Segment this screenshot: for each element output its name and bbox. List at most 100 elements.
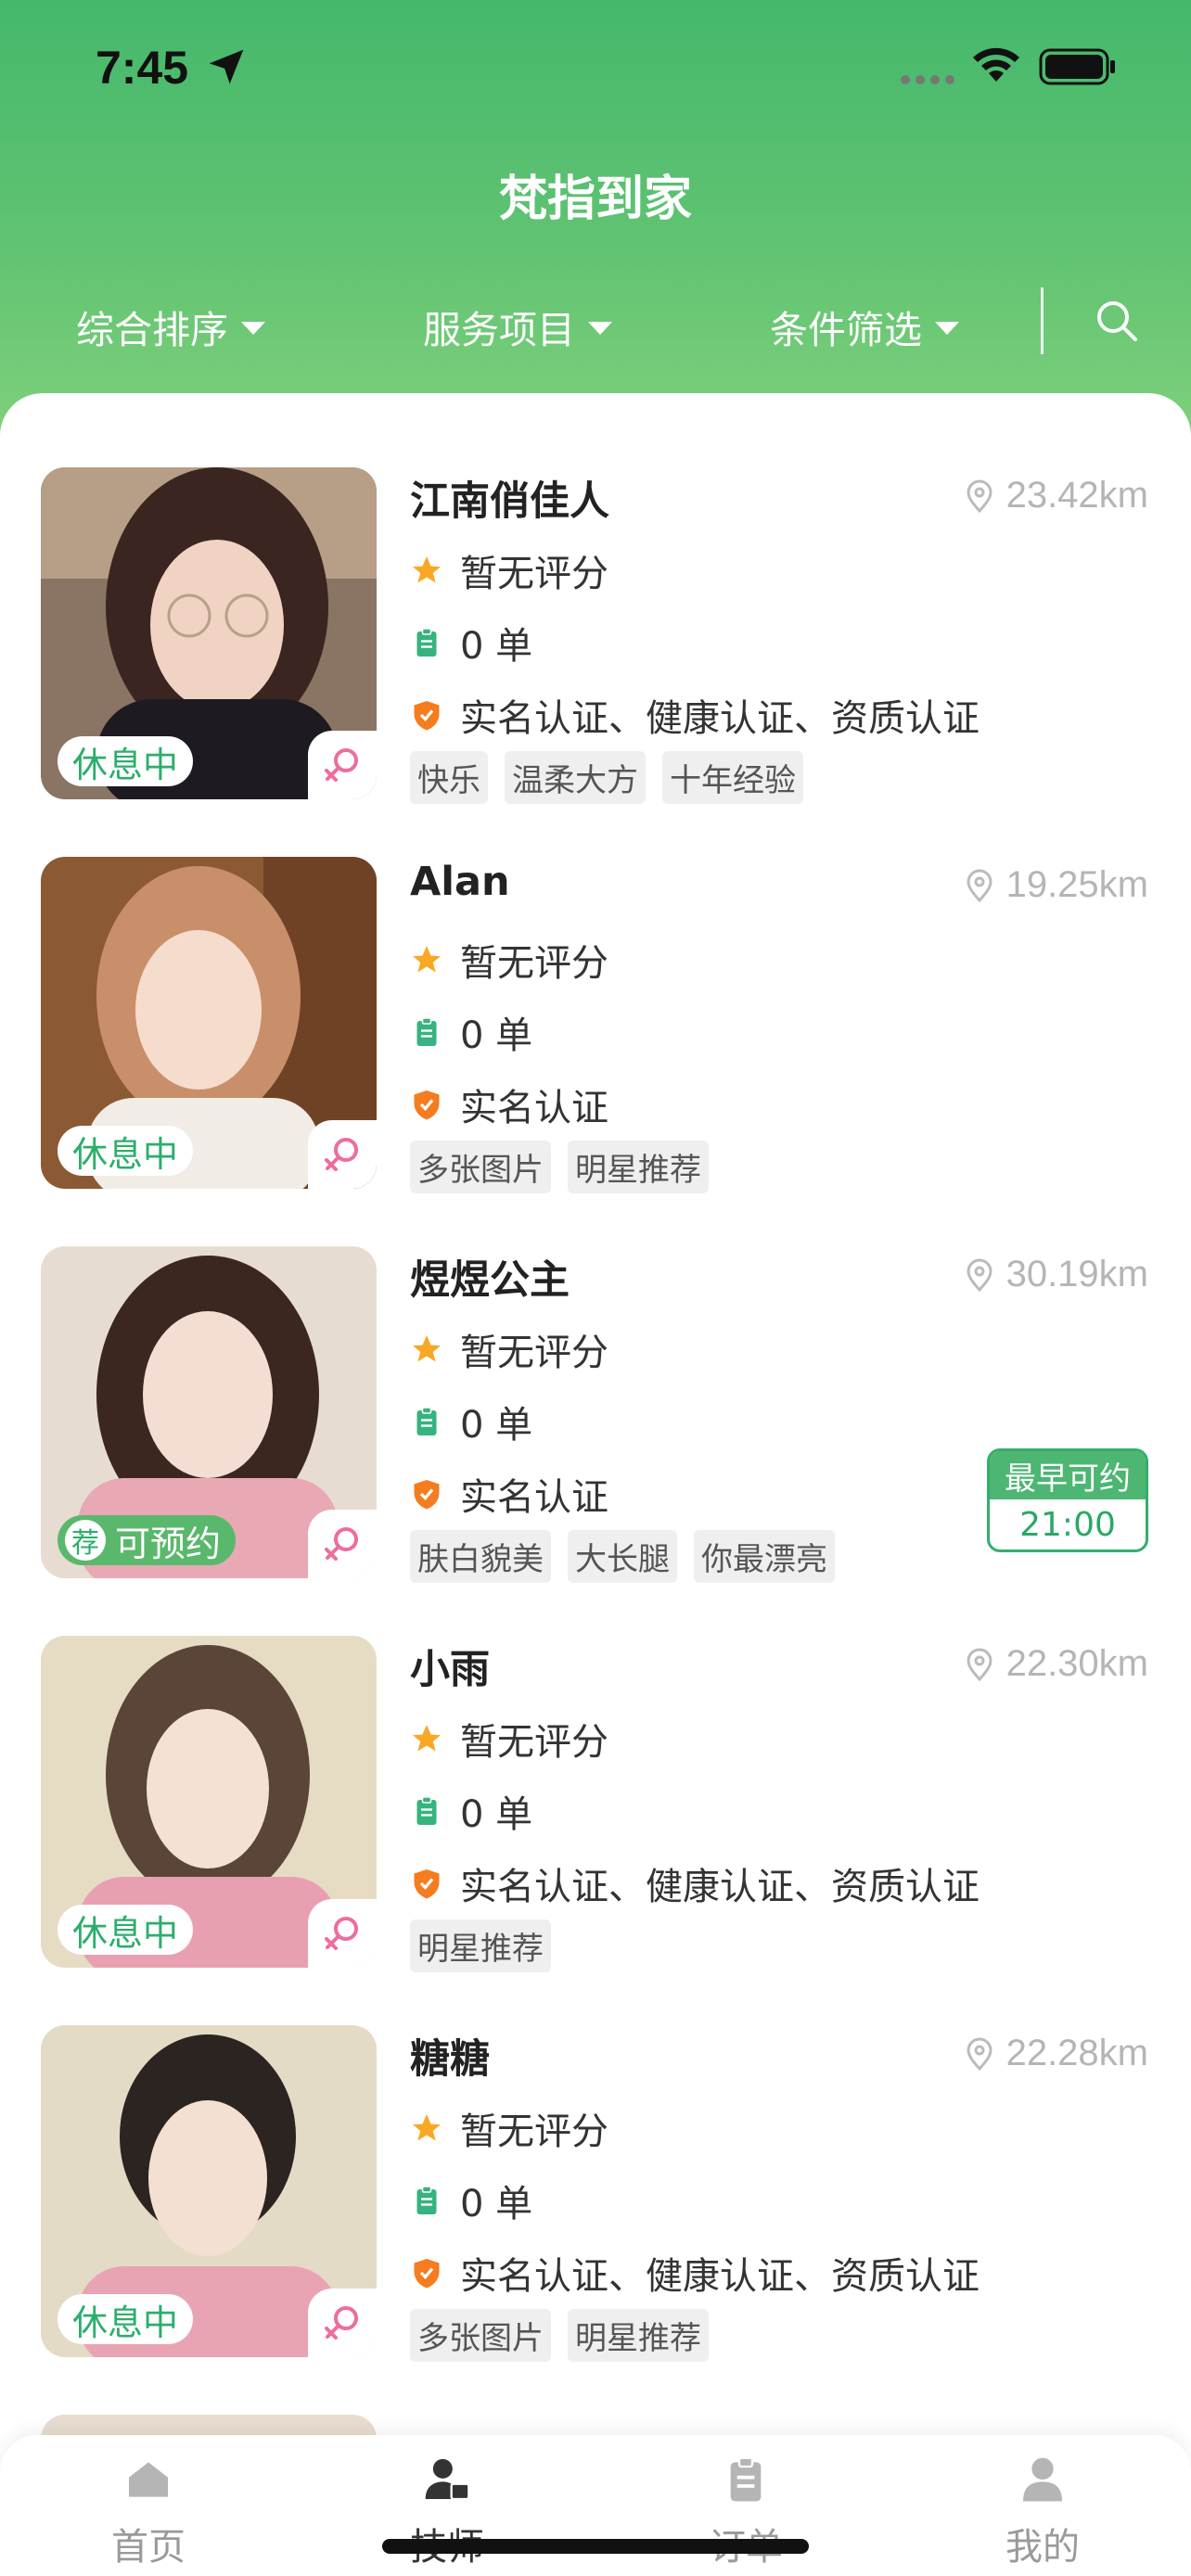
orders-text: 0 单 [460, 1793, 533, 1836]
clipboard-icon [416, 2186, 437, 2214]
tab-profile-label: 我的 [1005, 2526, 1080, 2569]
rating-text: 暂无评分 [460, 1332, 608, 1374]
therapist-name: 糖糖 [410, 2036, 490, 2083]
tab-profile[interactable]: 我的 [950, 2454, 1135, 2570]
tab-home[interactable]: 首页 [56, 2454, 241, 2570]
search-icon[interactable] [1095, 299, 1139, 343]
star-icon [413, 2114, 441, 2141]
distance-value: 23.42km [1005, 475, 1148, 516]
star-icon [413, 1725, 441, 1752]
star-icon [413, 556, 441, 583]
distance: 22.28km [966, 2033, 1148, 2074]
clipboard-icon [416, 1407, 437, 1435]
distance-value: 30.19km [1005, 1254, 1148, 1294]
earliest-label: 最早可约 [990, 1451, 1146, 1499]
star-icon [413, 1335, 441, 1362]
shield-check-icon [414, 2259, 440, 2289]
tag: 明星推荐 [568, 2309, 709, 2362]
star-icon [413, 946, 441, 973]
orders-row: 0 单 [410, 1784, 532, 1838]
tab-home-label: 首页 [111, 2526, 186, 2569]
location-pin-icon [967, 2037, 992, 2071]
caret-down-icon [588, 322, 612, 335]
filter-sort[interactable]: 综合排序 [76, 299, 265, 354]
tag: 多张图片 [410, 2309, 551, 2362]
therapist-photo: 休息中 [41, 467, 377, 799]
therapist-card[interactable]: 荐 可预约 煜煜公主 30.19km 最早可约 21:00 暂无评分 0 单 实… [0, 1172, 1191, 1583]
orders-row: 0 单 [410, 616, 532, 670]
home-indicator [382, 2539, 809, 2554]
cert-row: 实名认证、健康认证、资质认证 [410, 1856, 980, 1910]
filter-condition[interactable]: 条件筛选 [770, 299, 959, 354]
therapist-card[interactable]: 休息中 小雨 22.30km 暂无评分 0 单 实名认证、健康认证、资质认证 明… [0, 1562, 1191, 1972]
orders-text: 0 单 [460, 1404, 533, 1447]
therapist-photo: 休息中 [41, 1636, 377, 1968]
therapist-photo: 荐 可预约 [41, 1246, 377, 1578]
distance: 19.25km [966, 864, 1148, 906]
shield-check-icon [414, 1480, 440, 1510]
location-pin-icon [967, 479, 992, 513]
orders-text: 0 单 [460, 1014, 533, 1057]
rating-text: 暂无评分 [460, 1721, 608, 1764]
location-pin-icon [967, 1648, 992, 1681]
rating-row: 暂无评分 [410, 933, 608, 987]
location-arrow-icon [209, 49, 244, 84]
rating-row: 暂无评分 [410, 1322, 608, 1376]
wifi-icon [973, 47, 1019, 82]
cert-row: 实名认证 [410, 1078, 608, 1131]
filter-condition-label: 条件筛选 [770, 308, 922, 352]
cert-text: 实名认证、健康认证、资质认证 [460, 697, 980, 740]
status-bar: 7:45 [0, 0, 1191, 130]
shield-check-icon [414, 701, 440, 731]
cert-row: 实名认证、健康认证、资质认证 [410, 688, 980, 742]
rating-text: 暂无评分 [460, 2111, 608, 2153]
caret-down-icon [935, 322, 959, 335]
tag-list: 多张图片 明星推荐 [410, 2309, 709, 2362]
cert-row: 实名认证 [410, 1467, 608, 1521]
orders-row: 0 单 [410, 2174, 532, 2227]
location-pin-icon [967, 869, 992, 902]
status-badge: 休息中 [58, 1126, 194, 1176]
shield-check-icon [414, 1090, 440, 1120]
status-badge: 休息中 [58, 2294, 194, 2344]
location-pin-icon [967, 1258, 992, 1292]
rating-row: 暂无评分 [410, 1712, 608, 1766]
therapist-name: Alan [410, 859, 510, 905]
caret-down-icon [241, 322, 265, 335]
rating-row: 暂无评分 [410, 543, 608, 597]
cert-row: 实名认证、健康认证、资质认证 [410, 2246, 980, 2300]
earliest-booking-badge: 最早可约 21:00 [987, 1448, 1148, 1552]
female-icon [308, 2289, 377, 2357]
filter-service[interactable]: 服务项目 [423, 299, 612, 354]
battery-icon [1039, 48, 1115, 85]
distance: 23.42km [966, 475, 1148, 516]
technician-icon [425, 2458, 470, 2501]
distance-value: 22.30km [1005, 1643, 1148, 1684]
therapist-photo: 休息中 [41, 857, 377, 1189]
shield-check-icon [414, 1869, 440, 1899]
status-badge: 休息中 [58, 736, 194, 786]
clipboard-icon [416, 1017, 437, 1046]
therapist-name: 江南俏佳人 [410, 478, 609, 525]
therapist-card[interactable]: 休息中 Alan 19.25km 暂无评分 0 单 实名认证 多张图片 明星推荐 [0, 783, 1191, 1193]
distance-value: 22.28km [1005, 2033, 1148, 2073]
cert-text: 实名认证 [460, 1476, 608, 1519]
orders-row: 0 单 [410, 1395, 532, 1448]
orders-text: 0 单 [460, 625, 533, 668]
profile-icon [1023, 2457, 1062, 2502]
therapist-name: 煜煜公主 [410, 1257, 570, 1304]
clipboard-icon [416, 628, 437, 657]
home-icon [129, 2462, 168, 2497]
rating-text: 暂无评分 [460, 553, 608, 595]
order-icon [730, 2456, 762, 2502]
therapist-card[interactable]: 休息中 江南俏佳人 23.42km 暂无评分 0 单 实名认证、健康认证、资质认… [0, 393, 1191, 804]
distance: 22.30km [966, 1643, 1148, 1685]
status-text: 可预约 [115, 1523, 222, 1564]
tab-bar: 首页 技师 订单 我的 [0, 2435, 1191, 2576]
earliest-time: 21:00 [1019, 1505, 1116, 1544]
therapist-card[interactable]: 休息中 糖糖 22.28km 暂无评分 0 单 实名认证、健康认证、资质认证 多… [0, 1951, 1191, 2362]
therapist-name: 小雨 [410, 1647, 490, 1693]
cert-text: 实名认证、健康认证、资质认证 [460, 2255, 980, 2298]
cert-text: 实名认证、健康认证、资质认证 [460, 1866, 980, 1908]
distance-value: 19.25km [1005, 864, 1148, 905]
